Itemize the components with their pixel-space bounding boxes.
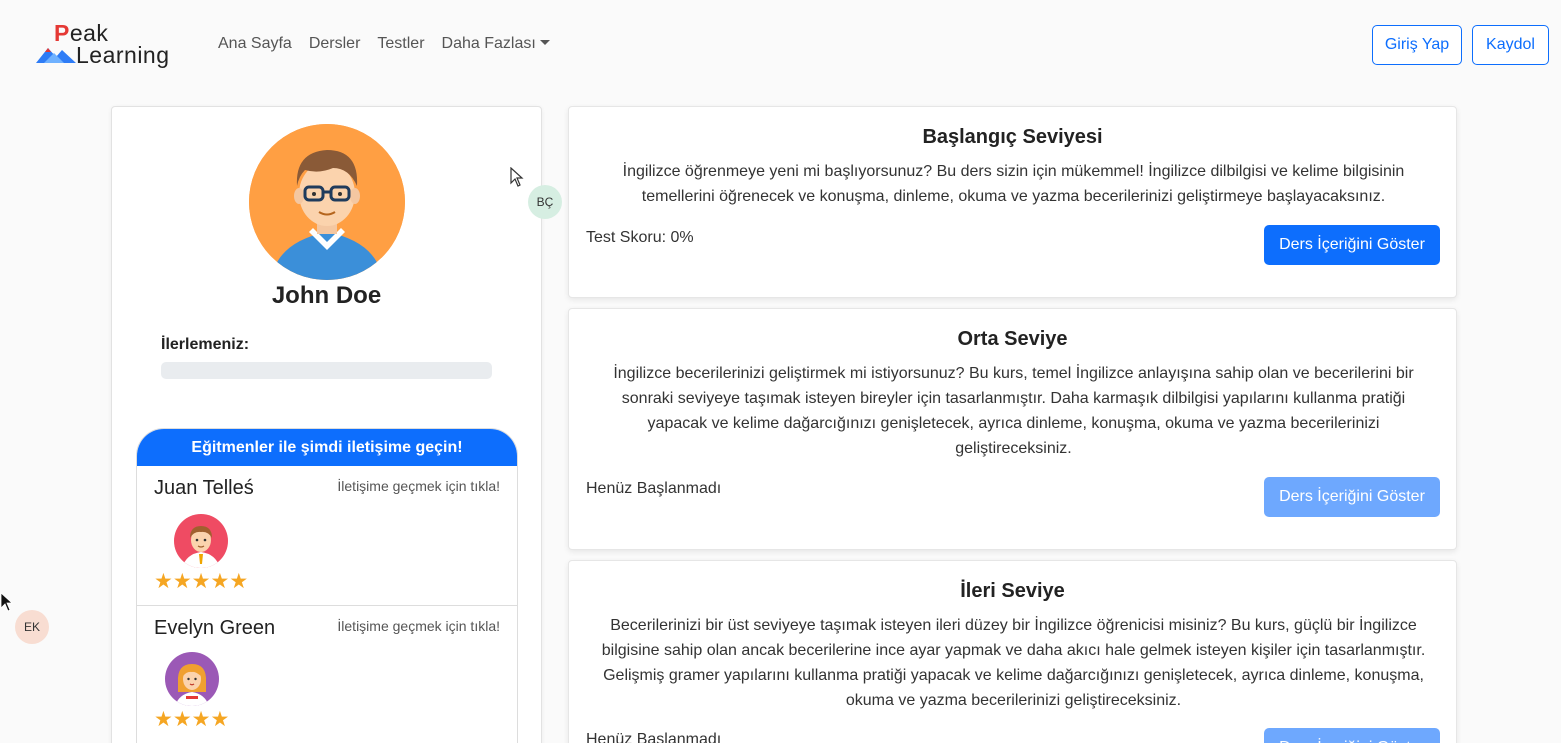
star-icon: ★ <box>191 707 211 731</box>
instructor-contact-panel: Eğitmenler ile şimdi iletişime geçin! Ju… <box>136 428 518 743</box>
contact-link[interactable]: İletişime geçmek için tıkla! <box>337 618 500 634</box>
level-card-beginner: Başlangıç Seviyesi İngilizce öğrenmeye y… <box>568 106 1457 298</box>
star-icon: ★ <box>172 707 192 731</box>
brand-line2: Learning <box>76 42 170 68</box>
level-status: Test Skoru: 0% <box>586 229 694 246</box>
register-button[interactable]: Kaydol <box>1472 25 1549 65</box>
login-button[interactable]: Giriş Yap <box>1372 25 1462 65</box>
instructor-avatar <box>165 652 219 706</box>
level-card-advanced: İleri Seviye Becerilerinizi bir üst sevi… <box>568 560 1457 743</box>
male-avatar-icon <box>174 514 228 568</box>
instructor-avatar <box>174 514 228 568</box>
level-description: İngilizce becerilerinizi geliştirmek mi … <box>613 365 1414 457</box>
nav-more-dropdown[interactable]: Daha Fazlası <box>442 35 550 53</box>
star-icon: ★ <box>210 569 230 593</box>
user-name: John Doe <box>271 282 382 309</box>
nav-home[interactable]: Ana Sayfa <box>218 35 292 53</box>
user-avatar <box>249 124 405 280</box>
rating-stars: ★ ★ ★ ★ ★ <box>154 570 248 592</box>
rating-stars: ★ ★ ★ ★ <box>154 708 229 730</box>
female-avatar-icon <box>165 652 219 706</box>
show-course-button[interactable]: Ders İçeriğini Göster <box>1264 728 1440 743</box>
star-icon: ★ <box>172 569 192 593</box>
profile-card: John Doe İlerlemeniz: Eğitmenler ile şim… <box>111 106 542 743</box>
navbar: Peak Learning Ana Sayfa Dersler Testler … <box>0 0 1561 92</box>
star-icon: ★ <box>154 707 173 731</box>
mouse-cursor-icon <box>510 167 524 187</box>
avatar-illustration <box>249 124 405 280</box>
nav-menu: Ana Sayfa Dersler Testler Daha Fazlası <box>218 35 550 53</box>
user-initials-badge[interactable]: EK <box>15 610 49 644</box>
star-icon: ★ <box>154 569 173 593</box>
level-description: Becerilerinizi bir üst seviyeye taşımak … <box>601 617 1426 709</box>
contact-link[interactable]: İletişime geçmek için tıkla! <box>337 478 500 494</box>
instructor-item[interactable]: Juan Telleś İletişime geçmek için tıkla!… <box>137 466 517 606</box>
level-status: Henüz Başlanmadı <box>586 731 722 743</box>
caret-down-icon <box>539 40 550 45</box>
brand-logo[interactable]: Peak Learning <box>36 20 188 70</box>
level-status: Henüz Başlanmadı <box>586 480 722 497</box>
progress-bar <box>161 362 492 379</box>
level-title: İleri Seviye <box>960 580 1065 602</box>
level-description: İngilizce öğrenmeye yeni mi başlıyorsunu… <box>622 163 1405 205</box>
instructor-item[interactable]: Evelyn Green İletişime geçmek için tıkla… <box>137 606 517 743</box>
mountain-icon <box>36 48 76 63</box>
nav-tests[interactable]: Testler <box>377 35 424 53</box>
level-title: Orta Seviye <box>957 328 1068 350</box>
star-icon: ★ <box>210 707 230 731</box>
star-icon: ★ <box>229 569 249 593</box>
brand-first-letter: P <box>54 20 70 46</box>
mouse-cursor-icon <box>0 592 14 612</box>
level-card-intermediate: Orta Seviye İngilizce becerilerinizi gel… <box>568 308 1457 550</box>
star-icon: ★ <box>191 569 211 593</box>
instructor-name: Evelyn Green <box>154 617 276 639</box>
progress-label: İlerlemeniz: <box>161 336 250 353</box>
show-course-button[interactable]: Ders İçeriğini Göster <box>1264 225 1440 265</box>
show-course-button[interactable]: Ders İçeriğini Göster <box>1264 477 1440 517</box>
contact-header: Eğitmenler ile şimdi iletişime geçin! <box>137 429 517 466</box>
user-initials-badge[interactable]: BÇ <box>528 185 562 219</box>
instructor-name: Juan Telleś <box>154 477 254 499</box>
nav-courses[interactable]: Dersler <box>309 35 361 53</box>
level-title: Başlangıç Seviyesi <box>922 126 1103 148</box>
nav-more-label: Daha Fazlası <box>441 35 536 52</box>
